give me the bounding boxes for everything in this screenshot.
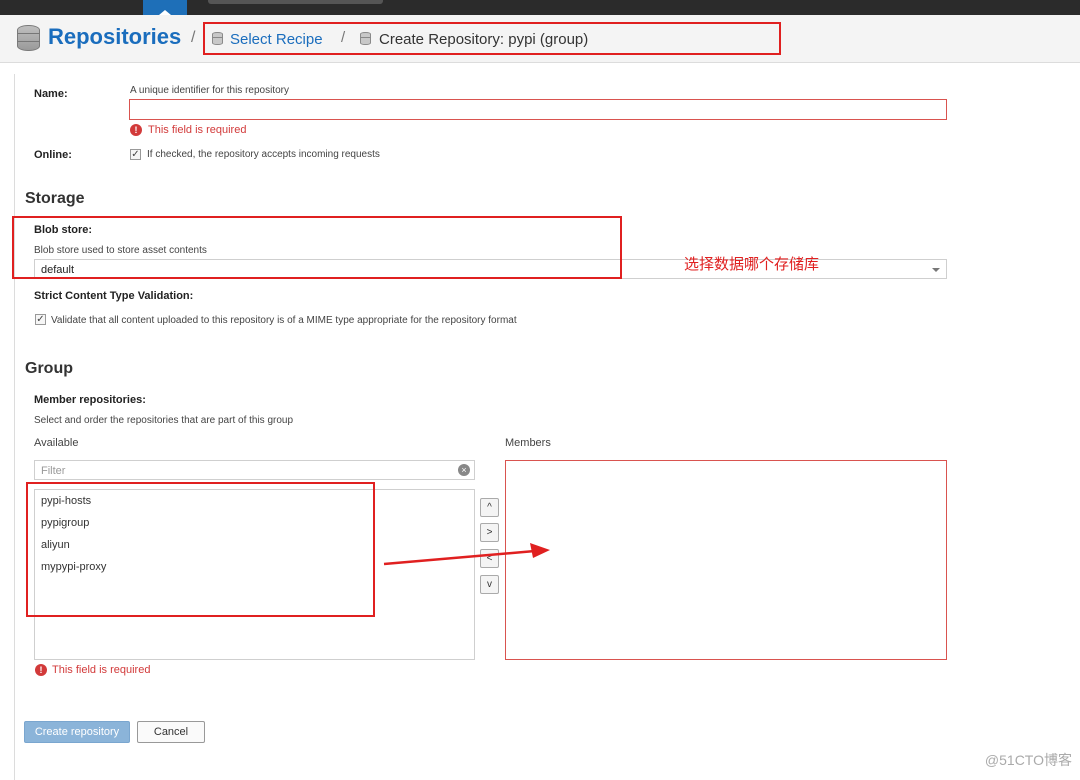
form-panel — [14, 74, 1080, 780]
top-navbar — [0, 0, 1080, 15]
clear-icon[interactable]: × — [458, 464, 470, 476]
page-title[interactable]: Repositories — [48, 24, 181, 50]
blob-store-highlight-box — [12, 216, 622, 279]
name-help: A unique identifier for this repository — [130, 85, 289, 96]
member-repositories-help: Select and order the repositories that a… — [34, 415, 294, 426]
members-label: Members — [505, 437, 551, 449]
error-icon: ! — [35, 664, 47, 676]
filter-input[interactable]: Filter × — [34, 460, 475, 480]
member-repositories-label: Member repositories: — [34, 394, 146, 406]
name-input[interactable] — [129, 99, 947, 120]
members-list[interactable] — [505, 460, 947, 660]
strict-validation-checkbox[interactable]: ✓ — [35, 314, 46, 325]
database-icon — [212, 32, 223, 45]
group-error: This field is required — [52, 664, 151, 676]
annotation-text: 选择数据哪个存储库 — [684, 256, 820, 273]
name-label: Name: — [34, 88, 68, 100]
move-up-button[interactable]: ^ — [480, 498, 499, 517]
breadcrumb-current: Create Repository: pypi (group) — [379, 31, 589, 48]
top-search-stub[interactable] — [208, 0, 383, 4]
available-label: Available — [34, 437, 79, 449]
group-section-title: Group — [25, 360, 73, 377]
watermark: @51CTO博客 — [984, 752, 1072, 768]
storage-section-title: Storage — [25, 190, 85, 207]
cancel-button[interactable]: Cancel — [137, 721, 205, 743]
chevron-down-icon — [932, 268, 940, 272]
annotation-arrow-icon — [383, 543, 550, 566]
strict-validation-help: Validate that all content uploaded to th… — [51, 315, 517, 326]
database-icon — [17, 25, 40, 51]
name-error: This field is required — [148, 124, 247, 136]
page-header: Repositories / Select Recipe / Create Re… — [0, 15, 1080, 63]
database-icon — [360, 32, 371, 45]
strict-validation-label: Strict Content Type Validation: — [34, 290, 194, 302]
filter-placeholder: Filter — [41, 465, 66, 477]
online-label: Online: — [34, 149, 72, 161]
create-repository-button[interactable]: Create repository — [24, 721, 130, 743]
move-down-button[interactable]: v — [480, 575, 499, 594]
breadcrumb-select-recipe[interactable]: Select Recipe — [230, 31, 323, 48]
breadcrumb-separator: / — [341, 29, 346, 46]
online-checkbox[interactable]: ✓ — [130, 149, 141, 160]
online-help: If checked, the repository accepts incom… — [147, 149, 380, 160]
breadcrumb-separator: / — [191, 29, 196, 46]
active-nav-tab[interactable] — [143, 0, 187, 15]
error-icon: ! — [130, 124, 142, 136]
available-highlight-box — [26, 482, 375, 617]
